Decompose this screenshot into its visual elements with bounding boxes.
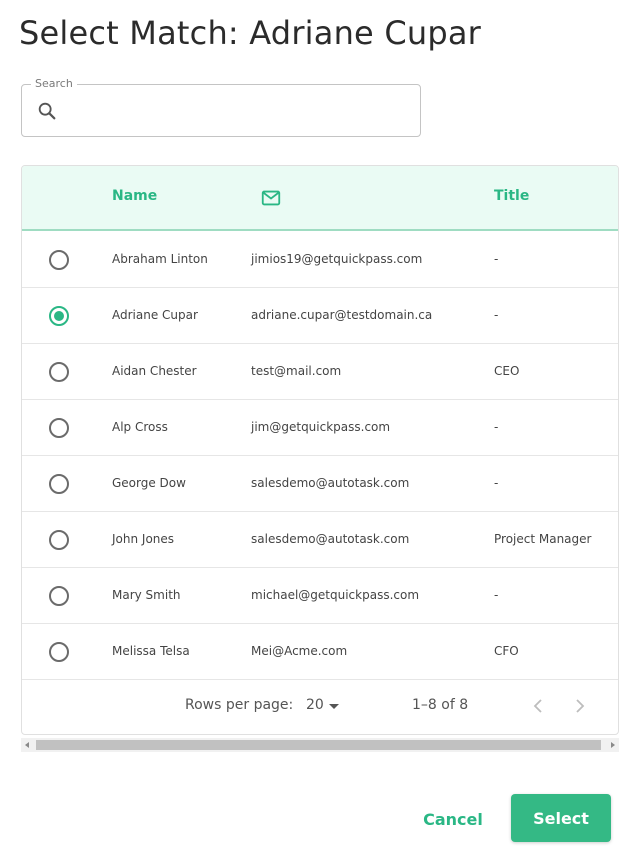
row-title: Project Manager <box>494 532 592 546</box>
contacts-table: Name Title Abraham Linton jimios19@getqu… <box>21 165 619 735</box>
row-title: - <box>494 588 499 602</box>
select-button[interactable]: Select <box>511 794 611 842</box>
row-title: - <box>494 252 499 266</box>
table-row[interactable]: Alp Cross jim@getquickpass.com - <box>22 400 618 456</box>
dialog-title: Select Match: Adriane Cupar <box>19 14 482 52</box>
row-name: Melissa Telsa <box>112 644 190 658</box>
row-name: Alp Cross <box>112 420 168 434</box>
row-name: John Jones <box>112 532 175 546</box>
rows-per-page-select[interactable]: 20 <box>306 697 324 713</box>
row-title: CEO <box>494 364 520 378</box>
row-email: adriane.cupar@testdomain.ca <box>251 308 433 322</box>
row-radio-selected[interactable] <box>49 306 69 326</box>
row-email: jimios19@getquickpass.com <box>251 252 423 266</box>
row-radio[interactable] <box>49 586 69 606</box>
table-row[interactable]: John Jones salesdemo@autotask.com Projec… <box>22 512 618 568</box>
scroll-right-arrow-icon[interactable] <box>611 742 615 748</box>
caret-down-icon[interactable] <box>329 704 339 709</box>
pagination-range: 1–8 of 8 <box>412 697 469 713</box>
table-row[interactable]: Abraham Linton jimios19@getquickpass.com… <box>22 232 618 288</box>
row-name: Mary Smith <box>112 588 181 602</box>
table-row[interactable]: Aidan Chester test@mail.com CEO <box>22 344 618 400</box>
row-title: - <box>494 420 499 434</box>
scroll-left-arrow-icon[interactable] <box>25 742 29 748</box>
row-radio[interactable] <box>49 642 69 662</box>
row-name: George Dow <box>112 476 186 490</box>
row-email: test@mail.com <box>251 364 342 378</box>
table-row[interactable]: Melissa Telsa Mei@Acme.com CFO <box>22 624 618 680</box>
row-name: Aidan Chester <box>112 364 197 378</box>
mail-icon <box>261 190 281 206</box>
row-name: Abraham Linton <box>112 252 208 266</box>
table-row[interactable]: George Dow salesdemo@autotask.com - <box>22 456 618 512</box>
row-radio[interactable] <box>49 250 69 270</box>
row-email: Mei@Acme.com <box>251 644 348 658</box>
horizontal-scrollbar[interactable] <box>21 738 619 752</box>
row-title: CFO <box>494 644 519 658</box>
table-row[interactable]: Mary Smith michael@getquickpass.com - <box>22 568 618 624</box>
column-header-name[interactable]: Name <box>112 188 157 204</box>
search-field[interactable]: Search <box>21 77 421 137</box>
row-email: jim@getquickpass.com <box>251 420 391 434</box>
row-email: salesdemo@autotask.com <box>251 476 410 490</box>
search-icon <box>38 102 56 120</box>
row-title: - <box>494 308 499 322</box>
column-header-title[interactable]: Title <box>494 188 529 204</box>
table-pagination: Rows per page: 20 1–8 of 8 <box>22 679 618 734</box>
search-input[interactable] <box>72 95 412 127</box>
row-radio[interactable] <box>49 474 69 494</box>
row-email: michael@getquickpass.com <box>251 588 420 602</box>
scrollbar-thumb[interactable] <box>36 740 601 750</box>
row-name: Adriane Cupar <box>112 308 198 322</box>
row-title: - <box>494 476 499 490</box>
chevron-right-icon[interactable] <box>567 694 591 718</box>
row-radio[interactable] <box>49 418 69 438</box>
row-email: salesdemo@autotask.com <box>251 532 410 546</box>
chevron-left-icon[interactable] <box>527 694 551 718</box>
row-radio[interactable] <box>49 530 69 550</box>
search-label: Search <box>31 77 77 91</box>
cancel-button[interactable]: Cancel <box>412 797 494 841</box>
table-header: Name Title <box>22 166 618 231</box>
rows-per-page-label: Rows per page: <box>185 697 294 713</box>
row-radio[interactable] <box>49 362 69 382</box>
table-row[interactable]: Adriane Cupar adriane.cupar@testdomain.c… <box>22 288 618 344</box>
